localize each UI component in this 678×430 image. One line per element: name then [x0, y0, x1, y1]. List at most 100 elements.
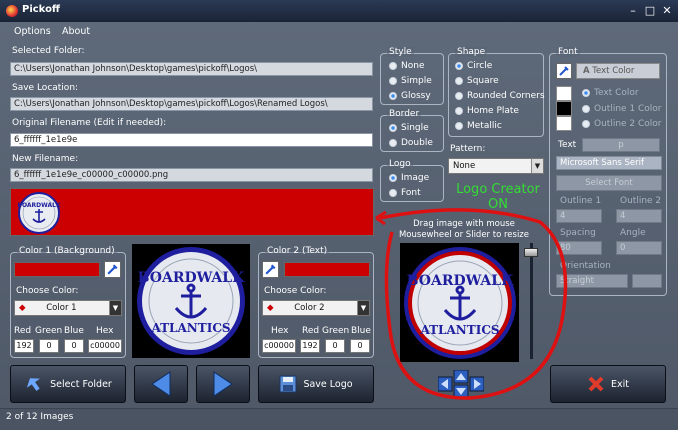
color2-eyedropper-icon[interactable]	[262, 261, 279, 278]
color2-blue-input[interactable]: 0	[350, 339, 370, 353]
logo-editor-canvas[interactable]: BOARDWALK ATLANTICS	[400, 243, 519, 362]
menu-options[interactable]: Options	[14, 26, 51, 37]
border-group: Border Single Double	[380, 109, 444, 152]
text-color-radio[interactable]: Text Color	[582, 88, 639, 98]
spacing-stepper[interactable]: 80	[556, 241, 602, 255]
pattern-select[interactable]: None ▼	[448, 158, 544, 174]
size-slider-thumb[interactable]	[524, 248, 538, 257]
status-bar	[0, 408, 678, 430]
position-nudge-control[interactable]	[437, 369, 485, 399]
shape-group-title: Shape	[455, 47, 488, 57]
border-group-title: Border	[387, 109, 422, 119]
border-single-radio[interactable]: Single	[389, 123, 429, 133]
pattern-label: Pattern:	[450, 144, 486, 154]
original-filename-label: Original Filename (Edit if needed):	[12, 118, 167, 128]
small-logo-text: BOARDWALK	[17, 202, 61, 209]
outline2-stepper[interactable]: 4	[616, 209, 662, 223]
color1-green-input[interactable]: 0	[39, 339, 59, 353]
title-bar: Pickoff – □ ✕	[0, 0, 678, 22]
maximize-button[interactable]: □	[643, 4, 657, 18]
logo-image-radio[interactable]: Image	[389, 173, 429, 183]
chevron-down-icon: ▼	[357, 301, 369, 315]
style-simple-radio[interactable]: Simple	[389, 76, 432, 86]
color2-select[interactable]: ◆ Color 2 ▼	[262, 300, 370, 316]
save-location-label: Save Location:	[12, 83, 79, 93]
angle-label: Angle	[620, 228, 646, 238]
outline2-color-radio[interactable]: Outline 2 Color	[582, 119, 662, 129]
arrow-right-icon	[213, 371, 233, 397]
chevron-down-icon: ▼	[531, 159, 543, 173]
logo-creator-annotation: Logo Creator ON	[456, 182, 540, 212]
thumb-logo-bottom-text: ATLANTICS	[150, 321, 230, 335]
outline2-color-swatch	[556, 116, 572, 131]
style-none-radio[interactable]: None	[389, 61, 424, 71]
orientation-select[interactable]: Straight	[556, 274, 628, 288]
text-label: Text	[558, 140, 577, 150]
window-title: Pickoff	[22, 4, 61, 15]
font-group-title: Font	[556, 47, 580, 57]
selected-folder-field[interactable]: C:\Users\Jonathan Johnson\Desktop\games\…	[10, 62, 373, 76]
text-color-button[interactable]: A Text Color	[576, 63, 660, 79]
style-glossy-radio[interactable]: Glossy	[389, 91, 431, 101]
shape-group: Shape Circle Square Rounded Corners Home…	[448, 47, 545, 137]
shape-rounded-radio[interactable]: Rounded Corners	[455, 91, 545, 101]
banner-preview: BOARDWALK	[10, 188, 374, 236]
folder-icon	[27, 378, 41, 391]
logo-group-title: Logo	[387, 159, 413, 169]
color2-green-label: Green	[322, 326, 350, 336]
color1-hex-input[interactable]: c00000	[88, 339, 122, 353]
style-group: Style None Simple Glossy	[380, 47, 444, 105]
next-image-button[interactable]	[196, 365, 250, 403]
chevron-down-icon: ▼	[109, 301, 121, 315]
color2-red-input[interactable]: 192	[300, 339, 320, 353]
angle-stepper[interactable]: 0	[616, 241, 662, 255]
logo-group: Logo Image Font	[380, 159, 444, 202]
color1-swatch	[14, 262, 100, 277]
exit-button[interactable]: Exit	[550, 365, 666, 403]
color1-red-label: Red	[14, 326, 32, 336]
logo-font-radio[interactable]: Font	[389, 188, 421, 198]
outline1-stepper[interactable]: 4	[556, 209, 602, 223]
app-icon	[6, 5, 18, 17]
selected-folder-label: Selected Folder:	[12, 46, 85, 56]
select-folder-button[interactable]: Select Folder	[10, 365, 126, 403]
border-double-radio[interactable]: Double	[389, 138, 433, 148]
new-filename-field[interactable]: 6_ffffff_1e1e9e_c00000_c00000.png	[10, 168, 373, 182]
previous-image-button[interactable]	[134, 365, 188, 403]
outline2-label: Outline 2	[620, 196, 662, 206]
shape-circle-radio[interactable]: Circle	[455, 61, 492, 71]
select-font-button[interactable]: Select Font	[556, 175, 662, 191]
close-button[interactable]: ✕	[660, 4, 674, 18]
color2-swatch	[284, 262, 370, 277]
text-color-swatch	[556, 86, 572, 101]
small-logo-icon: BOARDWALK	[17, 192, 61, 234]
color1-red-input[interactable]: 192	[14, 339, 34, 353]
outline1-color-radio[interactable]: Outline 1 Color	[582, 104, 662, 114]
outline1-color-swatch	[556, 101, 572, 116]
color1-hex-label: Hex	[96, 326, 114, 336]
eyedropper-icon[interactable]	[556, 63, 572, 79]
outline1-label: Outline 1	[560, 196, 602, 206]
color1-select[interactable]: ◆ Color 1 ▼	[14, 300, 122, 316]
shape-metallic-radio[interactable]: Metallic	[455, 121, 502, 131]
color1-green-label: Green	[35, 326, 63, 336]
minimize-button[interactable]: –	[626, 4, 640, 18]
font-name-field[interactable]: Microsoft Sans Serif	[556, 156, 662, 170]
original-filename-input[interactable]: 6_ffffff_1e1e9e	[10, 133, 373, 147]
size-slider-track[interactable]	[530, 243, 533, 359]
shape-square-radio[interactable]: Square	[455, 76, 499, 86]
text-input[interactable]: p	[582, 138, 660, 152]
color2-hex-input[interactable]: c00000	[262, 339, 296, 353]
color1-eyedropper-icon[interactable]	[104, 261, 121, 278]
shape-homeplate-radio[interactable]: Home Plate	[455, 106, 519, 116]
palette-icon: ◆	[19, 303, 26, 313]
color2-red-label: Red	[302, 326, 320, 336]
menu-about[interactable]: About	[62, 26, 90, 37]
logo-thumbnail: BOARDWALK ATLANTICS	[132, 244, 250, 358]
orientation-label: Orientation	[560, 261, 611, 271]
color1-blue-input[interactable]: 0	[64, 339, 84, 353]
save-logo-button[interactable]: Save Logo	[258, 365, 374, 403]
save-location-field[interactable]: C:\Users\Jonathan Johnson\Desktop\games\…	[10, 97, 373, 111]
color2-green-input[interactable]: 0	[325, 339, 345, 353]
color1-blue-label: Blue	[64, 326, 84, 336]
